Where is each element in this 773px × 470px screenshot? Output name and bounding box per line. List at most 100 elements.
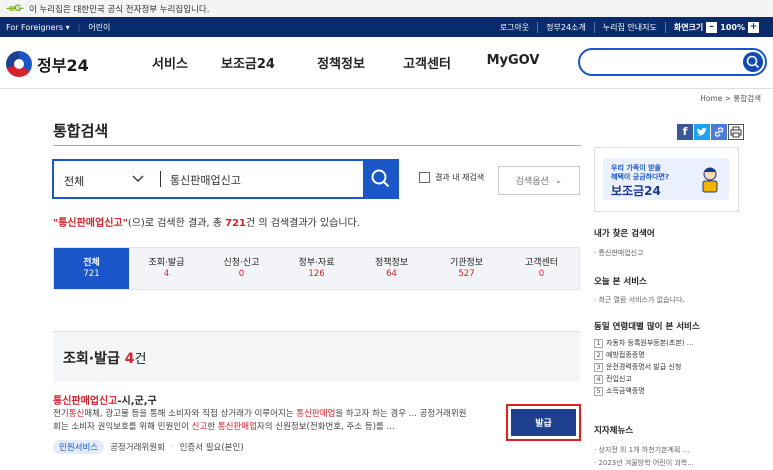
subsidy24-promo-banner[interactable]: 우리 가족이 받을 혜택이 궁금하다면? 보조금24	[594, 147, 739, 212]
nav-item-mygov[interactable]: MyGOV	[468, 53, 558, 72]
issue-button[interactable]: 발급	[511, 409, 576, 436]
result-summary: "통신판매업신고"(으)로 검색한 결과, 총 721건 의 검색결과가 있습니…	[53, 214, 360, 229]
chevron-down-icon: ⌄	[554, 175, 563, 186]
search-options-button[interactable]: 검색옵션 ⌄	[498, 166, 580, 195]
popular-services-list: 1 자동차 등록원부등본(초본) ... 2 예방접종증명 3 운전경력증명서 발급 …	[594, 337, 693, 397]
zoom-in-button[interactable]: +	[748, 21, 759, 33]
section-count: 4	[124, 351, 135, 367]
utility-bar: For Foreigners ▾ | 어린이 로그아웃 정부24소개 누리집 안…	[0, 17, 773, 37]
section-title-text: 조회·발급	[63, 351, 120, 367]
my-search-item[interactable]: · 통신판매업신고	[594, 248, 644, 258]
result-tabs: 전체 721 조회·발급 4 신청·신고 0 정부·자료 126 정책정보 64 기관정보…	[53, 247, 580, 290]
search-divider	[160, 171, 161, 187]
research-label: 결과 내 재검색	[435, 173, 485, 182]
zoom-label: 화면크기	[673, 22, 704, 32]
header-search-input[interactable]	[578, 48, 767, 76]
link-icon[interactable]	[711, 124, 727, 140]
tab-agency-info[interactable]: 기관정보 527	[429, 248, 504, 289]
brand-logo[interactable]: 정부24	[6, 51, 89, 77]
tab-label: 조회·발급	[148, 257, 185, 268]
egov-logo-icon: -eG-	[6, 3, 24, 14]
zoom-out-button[interactable]: –	[706, 21, 718, 33]
section-title: 조회·발급 4건	[63, 348, 146, 368]
search-button[interactable]	[363, 159, 399, 199]
family-illustration-icon	[702, 167, 718, 193]
page-title: 통합검색	[53, 122, 109, 140]
result-item-meta: 민원서비스 공정거래위원회 · 인증서 필요(본인)	[53, 440, 244, 454]
twitter-icon[interactable]	[694, 124, 710, 140]
popular-item[interactable]: 2 예방접종증명	[594, 349, 693, 361]
logout-link[interactable]: 로그아웃	[492, 22, 537, 33]
popular-item[interactable]: 4 전입신고	[594, 373, 693, 385]
gov-banner-text: 이 누리집은 대한민국 공식 전자정부 누리집입니다.	[28, 4, 210, 15]
tab-gov-materials[interactable]: 정부·자료 126	[279, 248, 354, 289]
popular-item[interactable]: 5 소득금액증명	[594, 385, 693, 397]
tab-all[interactable]: 전체 721	[54, 248, 129, 289]
tab-label: 정책정보	[374, 257, 409, 268]
category-badge: 민원서비스	[53, 440, 105, 454]
about-link[interactable]: 정부24소개	[537, 21, 594, 33]
tab-policy-info[interactable]: 정책정보 64	[354, 248, 429, 289]
tab-label: 정부·자료	[298, 257, 335, 268]
site-header: 정부24 서비스 보조금24 정책정보 고객센터 MyGOV	[0, 37, 773, 89]
tab-count: 721	[83, 268, 100, 279]
tab-label: 신청·신고	[223, 257, 260, 268]
search-box: 전체 통신판매업신고	[52, 159, 399, 199]
popular-services-title: 동일 연령대별 많이 본 서비스	[594, 322, 700, 332]
tab-count: 0	[538, 268, 545, 279]
result-item-title[interactable]: 통신판매업신고-시,군,구	[53, 392, 157, 407]
tab-label: 기관정보	[449, 257, 484, 268]
result-count: 721	[225, 218, 246, 229]
agency-name: 공정거래위원회	[110, 443, 165, 453]
search-icon	[746, 55, 760, 69]
nav-item-customer-center[interactable]: 고객센터	[386, 53, 468, 72]
facebook-icon[interactable]: f	[677, 124, 693, 140]
result-text-end: 건 의 검색결과가 있습니다.	[246, 218, 360, 229]
search-input[interactable]: 통신판매업신고	[170, 172, 241, 188]
result-keyword: "통신판매업신고"	[53, 218, 128, 229]
title-rest: -시,군,구	[117, 396, 157, 407]
my-search-title: 내가 찾은 검색어	[594, 229, 655, 239]
tab-customer-center[interactable]: 고객센터 0	[504, 248, 579, 289]
brand-name: 정부24	[37, 56, 89, 75]
local-news-title: 지자체뉴스	[594, 426, 634, 436]
for-foreigners-link[interactable]: For Foreigners ▾	[6, 23, 70, 32]
search-options-label: 검색옵션	[515, 177, 549, 187]
tab-label: 고객센터	[524, 257, 559, 268]
popular-item[interactable]: 3 운전경력증명서 발급 신청	[594, 361, 693, 373]
section-unit: 건	[134, 352, 147, 367]
nav-item-services[interactable]: 서비스	[140, 53, 200, 72]
popular-item[interactable]: 1 자동차 등록원부등본(초본) ...	[594, 337, 693, 349]
title-divider	[53, 145, 581, 146]
news-item[interactable]: · 2023년 겨울방학 어린이 과학...	[594, 458, 694, 468]
nav-item-subsidy24[interactable]: 보조금24	[200, 53, 296, 72]
search-category-select[interactable]: 전체	[64, 173, 84, 189]
promo-title: 보조금24	[611, 184, 661, 198]
tab-count: 0	[238, 268, 245, 279]
tab-lookup-issue[interactable]: 조회·발급 4	[129, 248, 204, 289]
tab-label: 전체	[83, 257, 100, 268]
news-item[interactable]: · 상지전 외 1개 하천기본계획 ...	[594, 445, 689, 455]
site-guide-link[interactable]: 누리집 안내지도	[593, 21, 665, 33]
print-icon[interactable]	[728, 124, 744, 140]
gov24-logo-icon	[6, 51, 32, 77]
result-item-description: 전기통신매체, 광고물 등을 통해 소비자와 직접 상거래가 이루어지는 통신판…	[53, 409, 467, 432]
research-checkbox[interactable]	[419, 172, 430, 183]
promo-subtitle: 우리 가족이 받을 혜택이 궁금하다면?	[611, 164, 670, 181]
breadcrumb: Home > 통합검색	[700, 94, 761, 103]
issue-button-highlight: 발급	[506, 404, 581, 441]
result-text: (으)로 검색한 결과, 총	[127, 218, 226, 229]
nav-item-policy[interactable]: 정책정보	[296, 53, 386, 72]
search-icon	[371, 169, 390, 188]
header-search-button[interactable]	[743, 52, 763, 72]
kids-link[interactable]: 어린이	[88, 22, 110, 33]
tab-count: 527	[458, 268, 475, 279]
section-header: 조회·발급 4건	[53, 331, 580, 382]
research-option[interactable]: 결과 내 재검색	[419, 172, 484, 183]
gov-banner: -eG- 이 누리집은 대한민국 공식 전자정부 누리집입니다.	[0, 0, 773, 17]
today-viewed-empty: · 최근 열람 서비스가 없습니다.	[594, 296, 685, 304]
share-buttons: f	[677, 124, 744, 140]
chevron-down-icon[interactable]	[131, 171, 145, 188]
tab-apply-report[interactable]: 신청·신고 0	[204, 248, 279, 289]
title-highlight: 통신판매업신고	[53, 396, 118, 407]
